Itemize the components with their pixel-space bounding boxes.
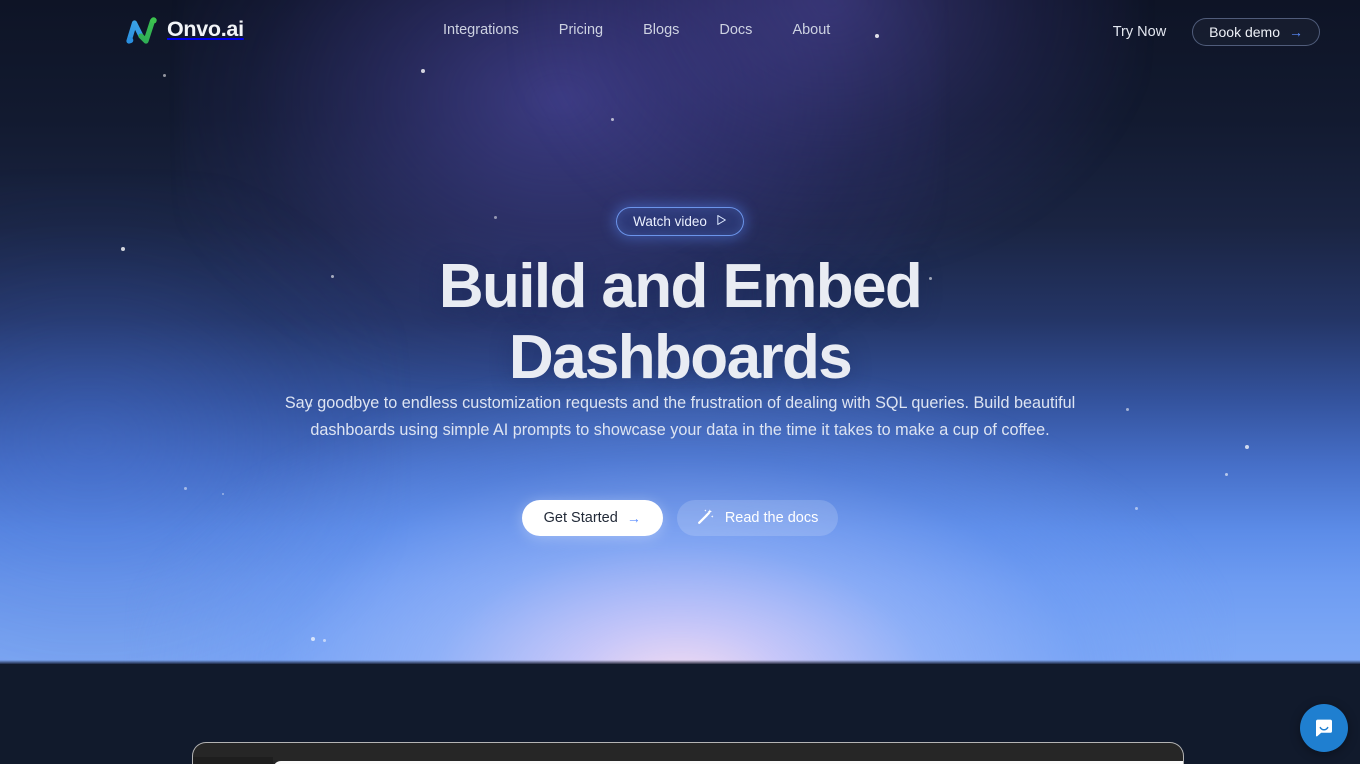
star-particle [1225,473,1228,476]
arrow-right-icon: → [626,510,641,526]
book-demo-label: Book demo [1209,24,1280,40]
onvo-zigzag-logo-icon [126,16,160,44]
get-started-label: Get Started [543,510,618,526]
nav-item-docs[interactable]: Docs [719,22,752,38]
star-particle [121,247,125,251]
watch-video-container: Watch video [0,207,1360,236]
star-particle [1126,408,1129,411]
star-particle [323,639,326,642]
hero-subheading: Say goodbye to endless customization req… [284,394,1076,439]
hero-cta-row: Get Started → Read the docs [0,500,1360,536]
book-demo-button[interactable]: Book demo → [1192,18,1320,46]
star-particle [1245,445,1249,449]
read-the-docs-button[interactable]: Read the docs [676,500,839,536]
page-title: Build and Embed Dashboards [0,256,1360,389]
preview-panel-sidebar [193,757,273,764]
star-particle [184,487,187,490]
get-started-button[interactable]: Get Started → [521,500,663,536]
product-preview-panel [192,742,1184,764]
star-particle [163,74,166,77]
star-particle [611,118,614,121]
headline-line-1: Build and Embed [438,252,923,321]
site-header: Onvo.ai Integrations Pricing Blogs Docs … [0,0,1360,64]
arrow-right-icon: → [1289,24,1303,40]
brand-logo-link[interactable]: Onvo.ai [126,16,244,44]
page-root: Onvo.ai Integrations Pricing Blogs Docs … [0,0,1360,764]
magic-wand-icon [697,508,714,529]
nav-item-pricing[interactable]: Pricing [559,22,603,38]
star-particle [222,493,224,495]
star-particle [421,69,425,73]
chat-bubble-smile-icon [1312,716,1336,740]
play-triangle-icon [716,214,727,229]
nav-item-blogs[interactable]: Blogs [643,22,679,38]
header-actions: Try Now Book demo → [1113,18,1320,46]
nav-item-integrations[interactable]: Integrations [443,22,519,38]
try-now-link[interactable]: Try Now [1113,24,1166,40]
brand-name: Onvo.ai [167,17,244,42]
nav-item-about[interactable]: About [792,22,830,38]
intercom-chat-launcher-button[interactable] [1300,704,1348,752]
watch-video-button[interactable]: Watch video [616,207,744,236]
main-navigation: Integrations Pricing Blogs Docs About [443,22,830,38]
read-the-docs-label: Read the docs [724,510,819,526]
headline-line-2: Dashboards [508,323,853,392]
star-particle [311,637,315,641]
watch-video-label: Watch video [633,214,707,229]
